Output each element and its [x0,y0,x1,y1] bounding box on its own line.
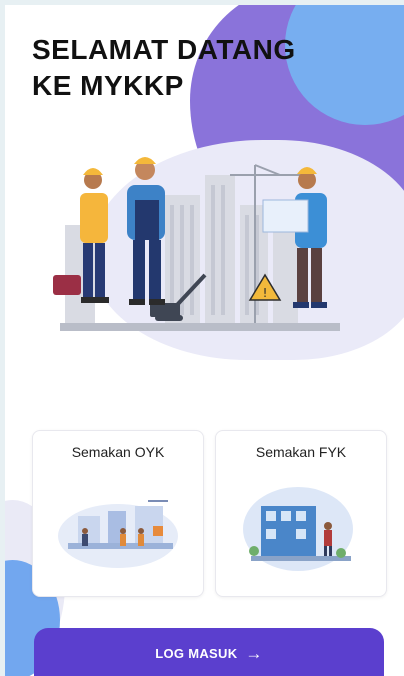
semakan-fyk-card[interactable]: Semakan FYK [215,430,387,597]
login-button[interactable]: LOG MASUK → [34,628,384,676]
semakan-fyk-label: Semakan FYK [255,444,347,460]
construction-site-icon [243,487,353,571]
page-title: SELAMAT DATANG KE MYKKP [32,32,362,104]
title-line-1: SELAMAT DATANG [32,34,296,65]
login-button-label: LOG MASUK [155,645,238,661]
factory-workers-icon [58,500,178,568]
semakan-oyk-label: Semakan OYK [71,444,165,460]
construction-workers-illustration: ! [53,157,340,331]
svg-text:!: ! [263,286,268,300]
semakan-oyk-card[interactable]: Semakan OYK [32,430,204,597]
arrow-right-icon: → [245,643,263,663]
title-line-2: KE MYKKP [32,70,184,101]
welcome-screen: SELAMAT DATANG KE MYKKP ! Semakan OYK Se… [5,5,404,676]
